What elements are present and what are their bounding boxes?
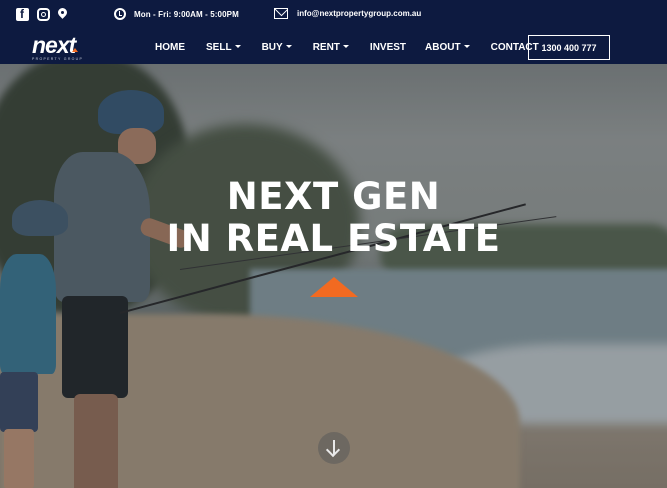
facebook-icon[interactable] — [16, 7, 29, 21]
hero-banner: NEXT GEN IN REAL ESTATE — [0, 64, 667, 488]
nav-item-buy[interactable]: BUY — [262, 42, 292, 53]
caret-down-icon — [285, 45, 292, 48]
nav-item-rent[interactable]: RENT — [313, 42, 349, 53]
email-text[interactable]: info@nextpropertygroup.com.au — [297, 9, 421, 18]
caret-down-icon — [234, 45, 241, 48]
phone-button[interactable]: 1300 400 777 — [528, 35, 610, 60]
logo-wordmark: next — [32, 32, 76, 58]
logo-roof-icon — [72, 48, 78, 52]
envelope-icon — [274, 8, 288, 19]
nav-item-home[interactable]: HOME — [155, 42, 185, 53]
nav-item-invest[interactable]: INVEST — [370, 42, 406, 53]
logo[interactable]: next PROPERTY GROUP — [32, 34, 98, 62]
business-hours: Mon - Fri: 9:00AM - 5:00PM — [114, 8, 239, 20]
location-pin-icon[interactable] — [58, 8, 67, 21]
hero-title-line1: NEXT GEN — [226, 175, 441, 218]
main-navigation: next PROPERTY GROUP HOME SELL BUY RENT I… — [0, 30, 667, 64]
hero-title-line2: IN REAL ESTATE — [166, 217, 501, 260]
nav-item-about[interactable]: ABOUT — [425, 42, 470, 53]
logo-subtitle: PROPERTY GROUP — [32, 57, 84, 61]
nav-item-sell[interactable]: SELL — [206, 42, 241, 53]
instagram-icon[interactable] — [37, 8, 50, 21]
email-link[interactable]: info@nextpropertygroup.com.au — [274, 8, 421, 19]
roof-logo-icon — [310, 277, 358, 297]
clock-icon — [114, 8, 126, 20]
social-links — [16, 7, 67, 21]
hours-text: Mon - Fri: 9:00AM - 5:00PM — [134, 9, 239, 19]
hero-overlay — [0, 64, 667, 488]
caret-down-icon — [463, 45, 470, 48]
top-bar: Mon - Fri: 9:00AM - 5:00PM info@nextprop… — [0, 0, 667, 30]
scroll-down-arrow-icon[interactable] — [318, 432, 350, 464]
caret-down-icon — [342, 45, 349, 48]
nav-menu: HOME SELL BUY RENT INVEST ABOUT CONTACT — [155, 30, 539, 64]
